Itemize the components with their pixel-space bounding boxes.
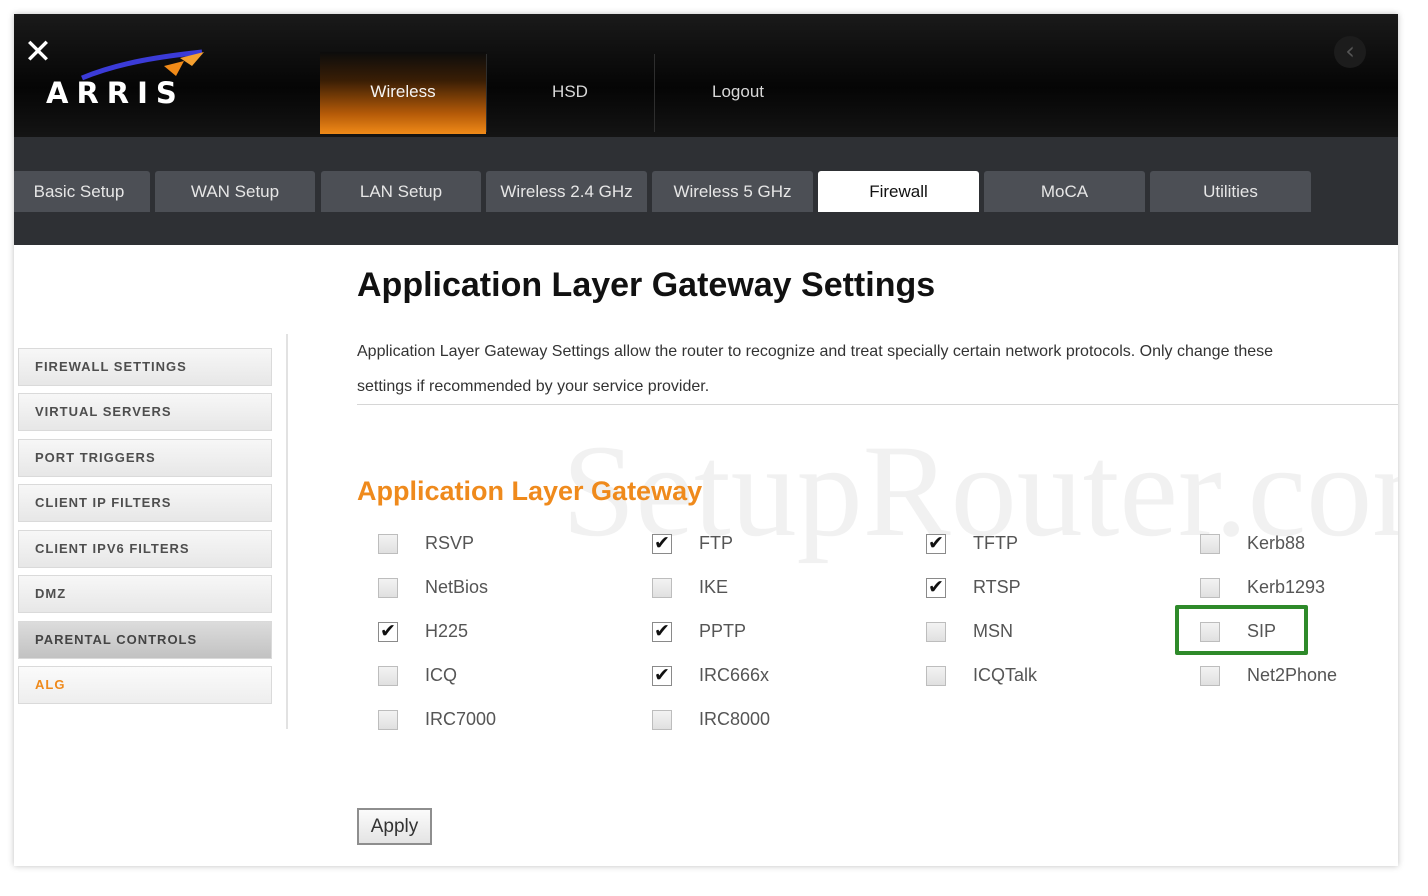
checkbox-label-kerb88: Kerb88 xyxy=(1247,533,1306,553)
sub-navigation: Basic Setup WAN Setup LAN Setup Wireless… xyxy=(14,137,1398,245)
divider xyxy=(357,404,1398,405)
checkbox-tftp[interactable] xyxy=(926,532,946,554)
checkbox-netbios[interactable] xyxy=(378,578,398,598)
checkbox-msn[interactable] xyxy=(926,622,946,642)
sidebar-item-firewall-settings[interactable]: FIREWALL SETTINGS xyxy=(18,348,272,386)
checkbox-label-pptp: PPTP xyxy=(699,621,747,641)
description-line: settings if recommended by your service … xyxy=(357,378,710,395)
checkbox-icq[interactable] xyxy=(378,666,398,686)
router-admin-window: ✕ ‹ ARRIS Wireless HSD Logout Basic Setu… xyxy=(14,14,1398,866)
checkbox-label-netbios: NetBios xyxy=(425,577,489,597)
tab-wireless[interactable]: Wireless xyxy=(320,52,486,134)
checkbox-label-irc8000: IRC8000 xyxy=(699,709,771,729)
arris-logo: ARRIS xyxy=(46,76,185,110)
checkbox-kerb88[interactable] xyxy=(1200,534,1220,554)
subtab-basic-setup[interactable]: Basic Setup xyxy=(14,171,150,212)
checkbox-rtsp[interactable] xyxy=(926,576,946,598)
close-icon[interactable]: ✕ xyxy=(22,35,54,69)
checkbox-label-icqtalk: ICQTalk xyxy=(973,665,1038,685)
checkbox-irc7000[interactable] xyxy=(378,710,398,730)
sidebar-item-dmz[interactable]: DMZ xyxy=(18,575,272,613)
subtab-wireless-24[interactable]: Wireless 2.4 GHz xyxy=(486,171,647,212)
subtab-firewall[interactable]: Firewall xyxy=(818,171,979,212)
sidebar-item-alg[interactable]: ALG xyxy=(18,666,272,704)
sidebar-item-client-ipv6-filters[interactable]: CLIENT IPV6 FILTERS xyxy=(18,530,272,568)
checkbox-irc666x[interactable] xyxy=(652,664,672,686)
tab-logout[interactable]: Logout xyxy=(655,52,821,134)
sip-highlight-box xyxy=(1175,605,1308,655)
checkbox-label-irc7000: IRC7000 xyxy=(425,709,497,729)
checkbox-rsvp[interactable] xyxy=(378,534,398,554)
checkbox-label-tftp: TFTP xyxy=(973,533,1018,553)
checkbox-label-kerb1293: Kerb1293 xyxy=(1247,577,1326,597)
subtab-lan-setup[interactable]: LAN Setup xyxy=(321,171,481,212)
checkbox-label-h225: H225 xyxy=(425,621,469,641)
checkbox-label-ike: IKE xyxy=(699,577,729,597)
section-title: Application Layer Gateway xyxy=(357,476,703,506)
checkbox-label-irc666x: IRC666x xyxy=(699,665,770,685)
checkbox-label-rsvp: RSVP xyxy=(425,533,475,553)
subtab-wireless-5[interactable]: Wireless 5 GHz xyxy=(652,171,813,212)
subtab-utilities[interactable]: Utilities xyxy=(1150,171,1311,212)
checkbox-kerb1293[interactable] xyxy=(1200,578,1220,598)
sidebar-item-client-ip-filters[interactable]: CLIENT IP FILTERS xyxy=(18,484,272,522)
checkbox-label-net2phone: Net2Phone xyxy=(1247,665,1338,685)
checkbox-h225[interactable] xyxy=(378,620,398,642)
apply-button[interactable]: Apply xyxy=(357,808,432,845)
firewall-sidebar: FIREWALL SETTINGS VIRTUAL SERVERS PORT T… xyxy=(18,334,288,729)
checkbox-label-msn: MSN xyxy=(973,621,1013,641)
checkbox-label-icq: ICQ xyxy=(425,665,458,685)
description-line: Application Layer Gateway Settings allow… xyxy=(357,343,1274,360)
checkbox-net2phone[interactable] xyxy=(1200,666,1220,686)
checkbox-ftp[interactable] xyxy=(652,532,672,554)
checkbox-ike[interactable] xyxy=(652,578,672,598)
checkbox-label-ftp: FTP xyxy=(699,533,733,553)
tab-hsd[interactable]: HSD xyxy=(487,52,653,134)
page-title: Application Layer Gateway Settings xyxy=(357,266,936,304)
subtab-moca[interactable]: MoCA xyxy=(984,171,1145,212)
sidebar-item-parental-controls[interactable]: PARENTAL CONTROLS xyxy=(18,621,272,659)
sidebar-item-virtual-servers[interactable]: VIRTUAL SERVERS xyxy=(18,393,272,431)
subtab-wan-setup[interactable]: WAN Setup xyxy=(155,171,315,212)
sidebar-item-port-triggers[interactable]: PORT TRIGGERS xyxy=(18,439,272,477)
checkbox-icqtalk[interactable] xyxy=(926,666,946,686)
checkbox-label-rtsp: RTSP xyxy=(973,577,1021,597)
chevron-left-icon[interactable]: ‹ xyxy=(1334,36,1366,68)
page-description: Application Layer Gateway Settings allow… xyxy=(357,334,1398,404)
top-header: ✕ ‹ ARRIS Wireless HSD Logout xyxy=(14,14,1398,137)
checkbox-pptp[interactable] xyxy=(652,620,672,642)
checkbox-irc8000[interactable] xyxy=(652,710,672,730)
